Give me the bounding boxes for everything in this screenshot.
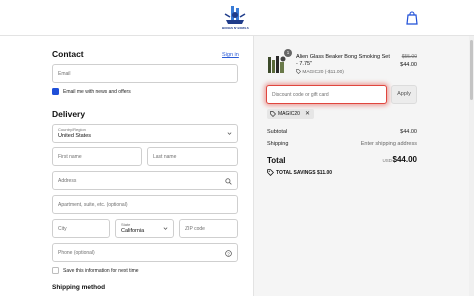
state-value: California: [121, 228, 145, 234]
email-field[interactable]: Email: [52, 64, 238, 83]
subtotal-value: $44.00: [400, 129, 417, 135]
shipping-label: Shipping: [267, 141, 289, 147]
last-name-field[interactable]: Last name: [147, 147, 238, 166]
zip-placeholder: ZIP code: [185, 225, 205, 232]
total-label: Total: [267, 156, 286, 165]
save-info-checkbox[interactable]: [52, 267, 59, 274]
save-info-label: Save this information for next time: [63, 268, 139, 274]
logo-icon[interactable]: BONGS N' BOWLS: [222, 4, 249, 32]
state-label: State: [121, 222, 131, 227]
close-icon[interactable]: ✕: [305, 110, 310, 117]
first-name-placeholder: First name: [58, 153, 82, 160]
country-label: Country/Region: [58, 127, 86, 132]
shipping-value: Enter shipping address: [360, 141, 417, 147]
discount-code-input[interactable]: Discount code or gift card: [266, 85, 387, 104]
first-name-field[interactable]: First name: [52, 147, 142, 166]
state-select[interactable]: State California: [115, 219, 174, 238]
contact-heading: Contact: [52, 49, 84, 59]
savings-tag-icon: [267, 169, 274, 176]
delivery-heading: Delivery: [52, 109, 86, 119]
email-placeholder: Email: [58, 70, 71, 77]
total-currency: USD: [382, 158, 392, 163]
shipping-method-heading: Shipping method: [52, 284, 106, 291]
product-thumbnail: [267, 53, 287, 75]
discount-code-placeholder: Discount code or gift card: [272, 91, 329, 98]
country-value: United States: [58, 133, 92, 139]
check-icon: [53, 95, 58, 100]
subtotal-label: Subtotal: [267, 129, 288, 135]
total-value: $44.00: [392, 155, 417, 164]
apartment-placeholder: Apartment, suite, etc. (optional): [58, 201, 128, 208]
phone-placeholder: Phone (optional): [58, 249, 95, 256]
applied-code-chip: MAGIC20 ✕: [267, 109, 314, 119]
phone-field[interactable]: Phone (optional) ?: [52, 243, 238, 262]
price-original: $55.00: [401, 54, 417, 60]
svg-text:?: ?: [227, 251, 230, 256]
shopping-bag-icon[interactable]: [406, 11, 418, 25]
discount-tag-icon: [296, 69, 301, 74]
chevron-down-icon: [163, 226, 168, 230]
zip-field[interactable]: ZIP code: [179, 219, 238, 238]
city-field[interactable]: City: [52, 219, 110, 238]
chevron-down-icon: [227, 131, 232, 135]
search-icon: [225, 178, 232, 185]
newsletter-checkbox[interactable]: [52, 88, 59, 100]
address-placeholder: Address: [58, 177, 77, 184]
product-discount: MAGIC20 (-$11.00): [296, 69, 344, 75]
discount-tag-icon: [270, 111, 276, 117]
country-select[interactable]: Country/Region United States: [52, 124, 238, 143]
apartment-field[interactable]: Apartment, suite, etc. (optional): [52, 195, 238, 214]
price-current: $44.00: [400, 62, 417, 68]
city-placeholder: City: [58, 225, 67, 232]
product-name: Alien Glass Beaker Bong Smoking Set - 7.…: [296, 54, 390, 67]
header: BONGS N' BOWLS: [0, 0, 474, 36]
applied-code-text: MAGIC20: [278, 111, 300, 117]
quantity-badge: 1: [284, 49, 292, 57]
newsletter-label: Email me with news and offers: [63, 89, 131, 95]
product-discount-text: MAGIC20 (-$11.00): [302, 69, 344, 75]
sign-in-link[interactable]: Sign in: [222, 52, 239, 58]
total-savings: TOTAL SAVINGS $11.00: [276, 170, 332, 176]
savings-label: TOTAL SAVINGS: [276, 170, 316, 176]
savings-value: $11.00: [317, 170, 333, 176]
address-field[interactable]: Address: [52, 171, 238, 190]
scrollbar-thumb[interactable]: [470, 40, 473, 100]
logo-text: BONGS N' BOWLS: [222, 26, 249, 30]
apply-button[interactable]: Apply: [391, 85, 417, 104]
last-name-placeholder: Last name: [153, 153, 177, 160]
help-circle-icon[interactable]: ?: [225, 250, 232, 257]
